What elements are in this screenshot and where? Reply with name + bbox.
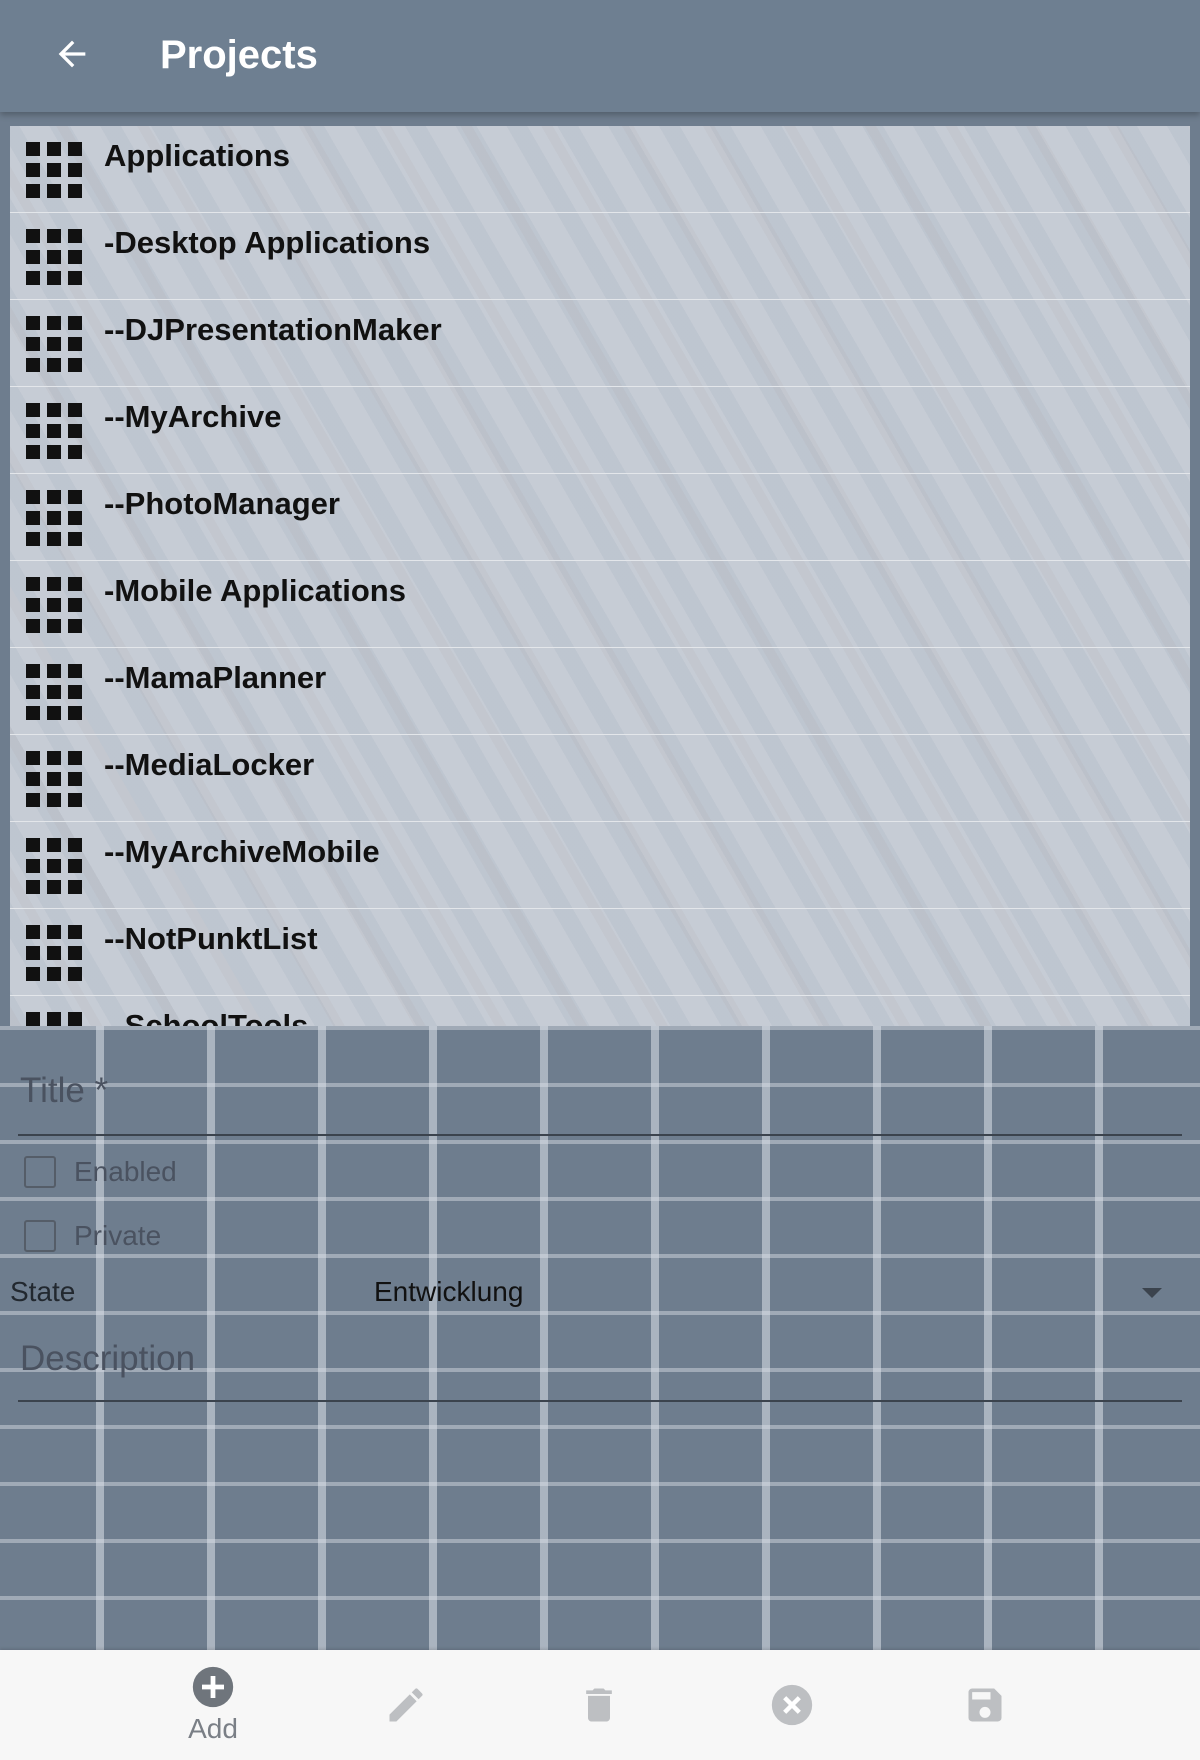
private-label: Private	[74, 1220, 162, 1251]
back-button[interactable]	[44, 30, 100, 78]
list-item-label: -Mobile Applications	[104, 573, 406, 608]
list-item-label: --MediaLocker	[104, 747, 315, 782]
grid-icon	[26, 577, 82, 633]
grid-icon	[26, 664, 82, 720]
add-label: Add	[188, 1713, 238, 1744]
list-item-label: --MyArchiveMobile	[104, 834, 380, 869]
page-title: Projects	[160, 33, 318, 77]
list-item-label: --MyArchive	[104, 399, 282, 434]
grid-icon	[26, 142, 82, 198]
description-field	[18, 1338, 1186, 1402]
list-item[interactable]: --PhotoManager	[10, 474, 1190, 561]
list-item[interactable]: --DJPresentationMaker	[10, 300, 1190, 387]
title-field	[18, 1070, 1186, 1136]
grid-icon	[26, 925, 82, 981]
enabled-checkbox-row[interactable]: Enabled	[24, 1150, 177, 1194]
bottom-toolbar: Add	[0, 1650, 1200, 1760]
title-input[interactable]	[18, 1070, 1186, 1112]
save-button[interactable]	[925, 1650, 1045, 1760]
add-button[interactable]: Add	[153, 1650, 273, 1760]
list-item-label: --DJPresentationMaker	[104, 312, 442, 347]
project-list[interactable]: Applications -Desktop Applications --DJPre…	[10, 126, 1190, 1026]
arrow-left-icon	[58, 40, 86, 68]
project-form: Enabled Private State Entwicklung	[0, 1026, 1200, 1650]
list-item[interactable]: -Desktop Applications	[10, 213, 1190, 300]
description-input[interactable]	[18, 1338, 1186, 1380]
grid-icon	[26, 229, 82, 285]
private-checkbox-row[interactable]: Private	[24, 1214, 161, 1258]
list-item-label: --PhotoManager	[104, 486, 340, 521]
list-item[interactable]: -Mobile Applications	[10, 561, 1190, 648]
list-item[interactable]: --MyArchive	[10, 387, 1190, 474]
state-label: State	[10, 1276, 76, 1307]
grid-icon	[26, 403, 82, 459]
edit-button[interactable]	[346, 1650, 466, 1760]
list-item[interactable]: --MediaLocker	[10, 735, 1190, 822]
cancel-button[interactable]	[732, 1650, 852, 1760]
list-item[interactable]: --SchoolTools	[10, 996, 1190, 1026]
grid-icon	[26, 838, 82, 894]
list-item[interactable]: Applications	[10, 126, 1190, 213]
enabled-label: Enabled	[74, 1156, 177, 1187]
floppy-disk-icon	[968, 1688, 1002, 1722]
plus-circle-icon	[192, 1666, 234, 1708]
dropdown-arrow-icon	[1142, 1288, 1162, 1298]
list-item-label: Applications	[104, 138, 291, 173]
close-circle-icon	[771, 1684, 813, 1726]
private-checkbox[interactable]	[24, 1220, 56, 1252]
list-item[interactable]: --MamaPlanner	[10, 648, 1190, 735]
state-selected-value: Entwicklung	[374, 1276, 524, 1307]
list-item[interactable]: --NotPunktList	[10, 909, 1190, 996]
app-bar: Projects	[0, 0, 1200, 112]
grid-icon	[26, 316, 82, 372]
list-item[interactable]: --MyArchiveMobile	[10, 822, 1190, 909]
state-dropdown[interactable]: Entwicklung	[372, 1266, 1162, 1318]
list-item-label: --MamaPlanner	[104, 660, 327, 695]
grid-icon	[26, 751, 82, 807]
list-item-label: --NotPunktList	[104, 921, 318, 956]
enabled-checkbox[interactable]	[24, 1156, 56, 1188]
grid-icon	[26, 1012, 82, 1026]
delete-button[interactable]	[539, 1650, 659, 1760]
pencil-icon	[389, 1688, 423, 1722]
list-item-label: --SchoolTools	[104, 1008, 309, 1026]
trash-icon	[586, 1688, 612, 1722]
grid-icon	[26, 490, 82, 546]
list-item-label: -Desktop Applications	[104, 225, 431, 260]
